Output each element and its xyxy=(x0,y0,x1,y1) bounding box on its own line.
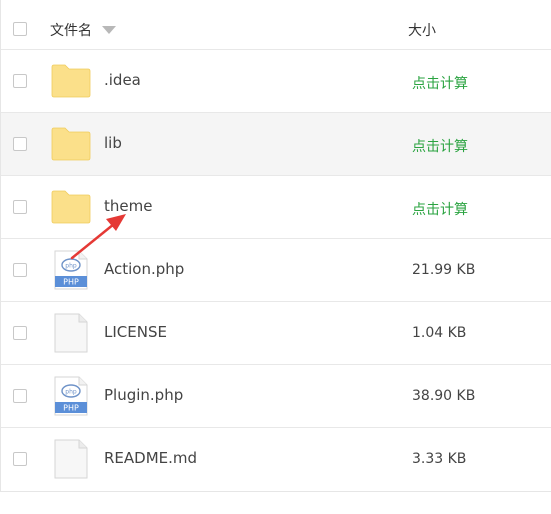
folder-icon xyxy=(51,127,91,161)
select-all-checkbox[interactable] xyxy=(13,22,27,36)
calculate-size-link[interactable]: 点击计算 xyxy=(412,199,468,219)
calculate-size-link[interactable]: 点击计算 xyxy=(412,136,468,156)
file-size: 1.04 KB xyxy=(412,325,467,341)
file-size: 3.33 KB xyxy=(412,451,467,467)
php-file-icon: php PHP xyxy=(54,376,88,416)
row-checkbox[interactable] xyxy=(13,263,27,277)
row-checkbox[interactable] xyxy=(13,389,27,403)
folder-icon xyxy=(51,190,91,224)
calculate-size-link[interactable]: 点击计算 xyxy=(412,73,468,93)
row-checkbox[interactable] xyxy=(13,326,27,340)
svg-text:PHP: PHP xyxy=(63,278,79,287)
svg-text:php: php xyxy=(65,263,77,270)
file-row-readme[interactable]: README.md 3.33 KB xyxy=(1,428,551,491)
file-row-action-php[interactable]: php PHP Action.php 21.99 KB xyxy=(1,239,551,302)
row-checkbox[interactable] xyxy=(13,74,27,88)
file-name-link[interactable]: Plugin.php xyxy=(104,386,183,404)
file-name-link[interactable]: LICENSE xyxy=(104,323,167,341)
column-header-name[interactable]: 文件名 xyxy=(50,20,92,40)
file-row-theme[interactable]: theme 点击计算 xyxy=(1,176,551,239)
folder-icon xyxy=(51,64,91,98)
row-checkbox[interactable] xyxy=(13,200,27,214)
svg-text:PHP: PHP xyxy=(63,404,79,413)
svg-text:php: php xyxy=(65,389,77,396)
file-row-license[interactable]: LICENSE 1.04 KB xyxy=(1,302,551,365)
file-list-table: 文件名 大小 .idea 点击计算 lib 点击计算 theme 点击计算 ph… xyxy=(0,0,551,492)
blank-file-icon xyxy=(54,439,88,479)
file-size: 21.99 KB xyxy=(412,262,476,278)
file-name-link[interactable]: lib xyxy=(104,134,122,152)
file-size: 38.90 KB xyxy=(412,388,476,404)
row-checkbox[interactable] xyxy=(13,137,27,151)
file-name-link[interactable]: Action.php xyxy=(104,260,184,278)
php-file-icon: php PHP xyxy=(54,250,88,290)
file-row-lib[interactable]: lib 点击计算 xyxy=(1,113,551,176)
blank-file-icon xyxy=(54,313,88,353)
sort-down-triangle-icon[interactable] xyxy=(102,26,116,34)
file-name-link[interactable]: README.md xyxy=(104,449,197,467)
row-checkbox[interactable] xyxy=(13,452,27,466)
column-header-size[interactable]: 大小 xyxy=(408,20,436,40)
file-row-idea[interactable]: .idea 点击计算 xyxy=(1,50,551,113)
file-row-plugin-php[interactable]: php PHP Plugin.php 38.90 KB xyxy=(1,365,551,428)
file-name-link[interactable]: theme xyxy=(104,197,152,215)
table-header: 文件名 大小 xyxy=(1,0,551,50)
file-name-link[interactable]: .idea xyxy=(104,71,141,89)
